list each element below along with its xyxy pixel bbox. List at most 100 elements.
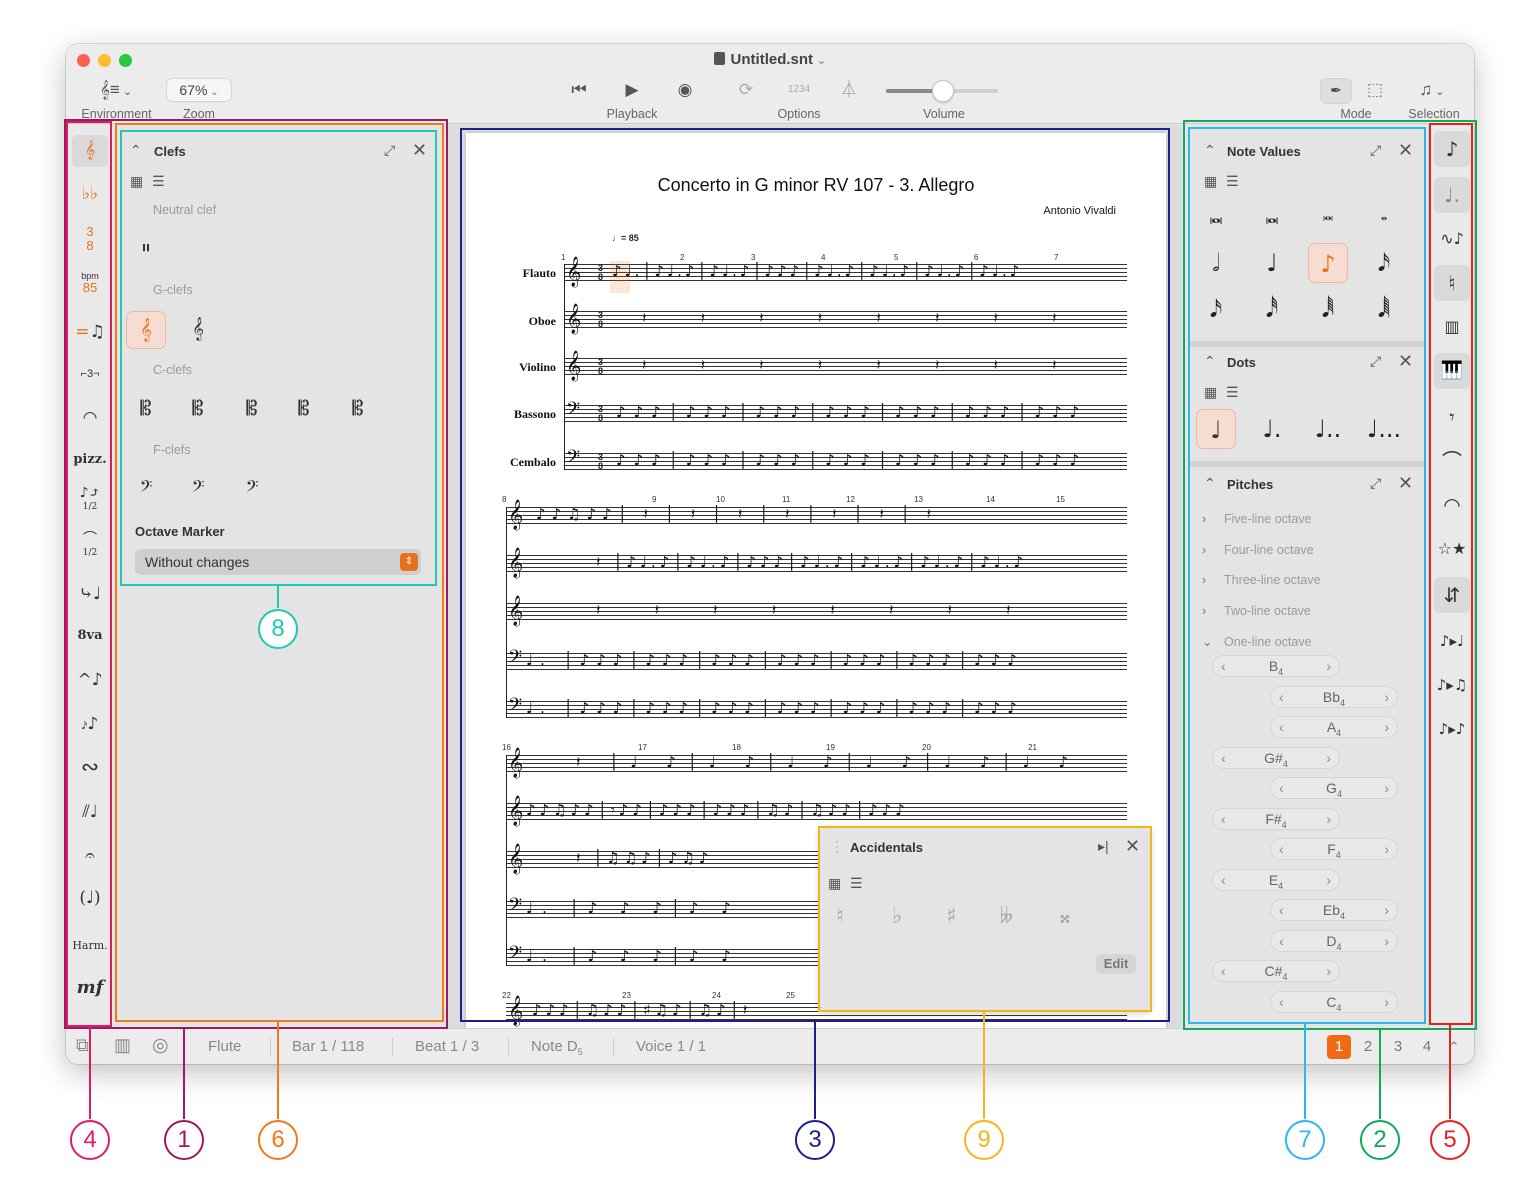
dynamics-tool[interactable]: mf bbox=[72, 973, 108, 1005]
volume-slider[interactable] bbox=[886, 80, 998, 102]
mezzo-soprano-clef-icon[interactable]: 𝄡 bbox=[178, 391, 218, 429]
marcato-icon[interactable]: ^♪ bbox=[72, 665, 108, 697]
chevron-left-icon[interactable]: ‹ bbox=[1221, 748, 1226, 768]
harmonics-tool[interactable]: Harm. bbox=[72, 931, 108, 963]
play-icon[interactable]: ▶ bbox=[619, 78, 645, 102]
scoop-icon[interactable]: ⤷♩ bbox=[72, 579, 108, 611]
cembalo-notes[interactable]: ♩. │♪♪♪│♪♪♪│♪♪♪│♪♪♪│♪♪♪│♪♪♪│♪♪♪ bbox=[526, 699, 1024, 717]
chevron-left-icon[interactable]: ‹ bbox=[1221, 961, 1226, 981]
list-view-icon[interactable]: ☰ bbox=[1226, 173, 1239, 190]
flute-notes[interactable]: ♪♩.│♪♩.♪│♪♩.♪│♪♪♪│♪♩.♪│♪♩.♪│♪♩.♪│♪♩.♪ bbox=[612, 262, 1022, 280]
pitch-stepper[interactable]: ‹ Eb4 › bbox=[1270, 899, 1398, 921]
list-view-icon[interactable]: ☰ bbox=[850, 875, 863, 892]
cue-note-icon[interactable]: (♩) bbox=[72, 883, 108, 915]
octave-row[interactable]: › Two-line octave bbox=[1202, 604, 1311, 618]
environment-button[interactable]: 𝄞≡ ⌄ bbox=[94, 78, 138, 104]
page-button[interactable]: 4 bbox=[1415, 1035, 1439, 1059]
single-dot-icon[interactable]: ♩. bbox=[1252, 409, 1292, 449]
close-icon[interactable]: ✕ bbox=[1125, 836, 1140, 857]
tuplet-tool[interactable]: ⌐3¬ bbox=[72, 359, 108, 391]
pitch-stepper[interactable]: ‹ G4 › bbox=[1270, 777, 1398, 799]
chevron-right-icon[interactable]: › bbox=[1326, 748, 1331, 768]
chevron-right-icon[interactable]: › bbox=[1384, 931, 1389, 951]
grid-view-icon[interactable]: ▦ bbox=[1204, 384, 1217, 401]
bassoon-notes[interactable]: ♩. │♪ ♪ ♪│♪ ♪ bbox=[526, 899, 740, 917]
tie-tool-icon[interactable]: ⌒ bbox=[1434, 443, 1470, 479]
collapse-chevron-icon[interactable]: ⌃ bbox=[1204, 475, 1216, 492]
note-to-eighth-icon[interactable]: ♪▸♪ bbox=[1434, 711, 1470, 747]
double-dot-icon[interactable]: ♩.. bbox=[1308, 409, 1348, 449]
alto-clef-icon[interactable]: 𝄡 bbox=[232, 391, 272, 429]
double-flat-icon[interactable]: 𝄫 bbox=[1000, 904, 1013, 929]
baritone-c-clef-icon[interactable]: 𝄡 bbox=[338, 391, 378, 429]
maxima-note-icon[interactable]: 𝅜 bbox=[1196, 195, 1236, 235]
pitch-stepper[interactable]: ‹ F4 › bbox=[1270, 838, 1398, 860]
chevron-right-icon[interactable]: › bbox=[1384, 992, 1389, 1012]
flute-notes[interactable]: ♪♪♫♪♪│ 𝄽 │ 𝄽 │ 𝄽 │ 𝄽 │ 𝄽 │ 𝄽 │ 𝄽 bbox=[536, 505, 937, 523]
collapse-chevron-icon[interactable]: ⌃ bbox=[130, 142, 142, 159]
chevron-right-icon[interactable]: › bbox=[1384, 839, 1389, 859]
octave-marker-select[interactable]: Without changes ⇕ bbox=[135, 549, 421, 575]
half-note-icon[interactable]: 𝅗𝅥 bbox=[1196, 243, 1236, 283]
dock-icon[interactable]: ▸| bbox=[1098, 838, 1109, 855]
stem-direction-icon[interactable]: ⇵ bbox=[1434, 577, 1470, 613]
chevron-left-icon[interactable]: ‹ bbox=[1279, 687, 1284, 707]
cembalo-notes[interactable]: ♪♪♪│♪♪♪│♪♪♪│♪♪♪│♪♪♪│♪♪♪│♪♪♪ bbox=[616, 451, 1087, 469]
piano-icon[interactable]: ▥ bbox=[114, 1035, 131, 1056]
metronome-icon[interactable]: ⏃ bbox=[836, 78, 862, 102]
time-signature-tool[interactable]: 38 bbox=[72, 221, 108, 257]
expand-icon[interactable]: ⤢ bbox=[1370, 142, 1381, 159]
grid-view-icon[interactable]: ▦ bbox=[1204, 173, 1217, 190]
page-button[interactable]: 2 bbox=[1356, 1035, 1380, 1059]
list-view-icon[interactable]: ☰ bbox=[152, 173, 165, 190]
chevron-right-icon[interactable]: › bbox=[1384, 717, 1389, 737]
slur-tool-icon[interactable]: ◠ bbox=[1434, 487, 1470, 523]
zoom-select[interactable]: 67% ⌄ bbox=[166, 78, 232, 102]
pitch-stepper[interactable]: ‹ Bb4 › bbox=[1270, 685, 1398, 708]
dots-tool-icon[interactable]: ♩. bbox=[1434, 177, 1470, 213]
tenor-clef-icon[interactable]: 𝄡 bbox=[284, 391, 324, 429]
pen-mode-icon[interactable]: ✒ bbox=[1320, 78, 1352, 104]
bass-clef-icon[interactable]: 𝄢 bbox=[126, 471, 166, 509]
chevron-left-icon[interactable]: ‹ bbox=[1279, 931, 1284, 951]
score-composer[interactable]: Antonio Vivaldi bbox=[1043, 205, 1116, 217]
volume-knob[interactable] bbox=[932, 80, 954, 102]
flute-notes[interactable]: 𝄽 │♩ ♪│♩ ♪│♩ ♪│♩ ♪│♩ ♪│♩ ♪ bbox=[576, 753, 1080, 771]
grace-note-icon[interactable]: 𝆔♪ bbox=[72, 709, 108, 741]
pitch-stepper[interactable]: ‹ A4 › bbox=[1270, 716, 1398, 738]
chevron-right-icon[interactable]: › bbox=[1384, 687, 1389, 707]
chevron-right-icon[interactable]: › bbox=[1326, 870, 1331, 890]
256th-note-icon[interactable]: 𝅘𝅥𝅲 bbox=[1364, 289, 1404, 329]
tremolo-icon[interactable]: ⫽♩ bbox=[72, 797, 108, 829]
edit-button[interactable]: Edit bbox=[1096, 954, 1136, 974]
bassoon-notes[interactable]: ♩. │♪♪♪│♪♪♪│♪♪♪│♪♪♪│♪♪♪│♪♪♪│♪♪♪ bbox=[526, 651, 1024, 669]
expand-icon[interactable]: ⤢ bbox=[384, 142, 395, 159]
flat-icon[interactable]: ♭ bbox=[892, 904, 902, 929]
pizz-tool[interactable]: pizz. bbox=[72, 445, 108, 477]
violin-rests[interactable]: 𝄽𝄽𝄽𝄽𝄽𝄽𝄽𝄽 bbox=[596, 601, 1065, 619]
tempo-equation-icon[interactable]: =♫ bbox=[72, 317, 108, 349]
chevron-left-icon[interactable]: ‹ bbox=[1279, 992, 1284, 1012]
palette-icon[interactable]: ◎ bbox=[152, 1034, 169, 1057]
chevron-left-icon[interactable]: ‹ bbox=[1279, 717, 1284, 737]
baritone-f-clef-icon[interactable]: 𝄢 bbox=[178, 471, 218, 509]
accidentals-tool-icon[interactable]: ♮ bbox=[1434, 265, 1470, 301]
violin-notes[interactable]: 𝄽 │♫♫♪│♪♫♪ bbox=[576, 849, 712, 867]
french-violin-clef-icon[interactable]: 𝄞 bbox=[178, 311, 218, 349]
pitch-stepper[interactable]: ‹ D4 › bbox=[1270, 929, 1398, 952]
rest-tool-icon[interactable]: 𝄾 bbox=[1434, 399, 1470, 435]
octave-row[interactable]: › Four-line octave bbox=[1202, 543, 1314, 557]
count-in-button[interactable]: 1234 bbox=[783, 78, 815, 102]
chevron-right-icon[interactable]: › bbox=[1326, 656, 1331, 676]
layers-icon[interactable]: ⧉ bbox=[76, 1035, 89, 1056]
chevron-left-icon[interactable]: ‹ bbox=[1221, 656, 1226, 676]
page-button[interactable]: 3 bbox=[1386, 1035, 1410, 1059]
ottava-tool[interactable]: 8va bbox=[72, 621, 108, 653]
breve-note-icon[interactable]: 𝅜 bbox=[1308, 195, 1348, 235]
chevron-left-icon[interactable]: ‹ bbox=[1279, 778, 1284, 798]
pitch-stepper[interactable]: ‹ C#4 › bbox=[1212, 960, 1340, 982]
bend-tool[interactable]: ⌒ 1/2 bbox=[72, 532, 108, 569]
sixty-fourth-note-icon[interactable]: 𝅘𝅥𝅰 bbox=[1252, 289, 1292, 329]
pitch-stepper[interactable]: ‹ F#4 › bbox=[1212, 807, 1340, 830]
close-icon[interactable]: ✕ bbox=[1398, 140, 1413, 161]
